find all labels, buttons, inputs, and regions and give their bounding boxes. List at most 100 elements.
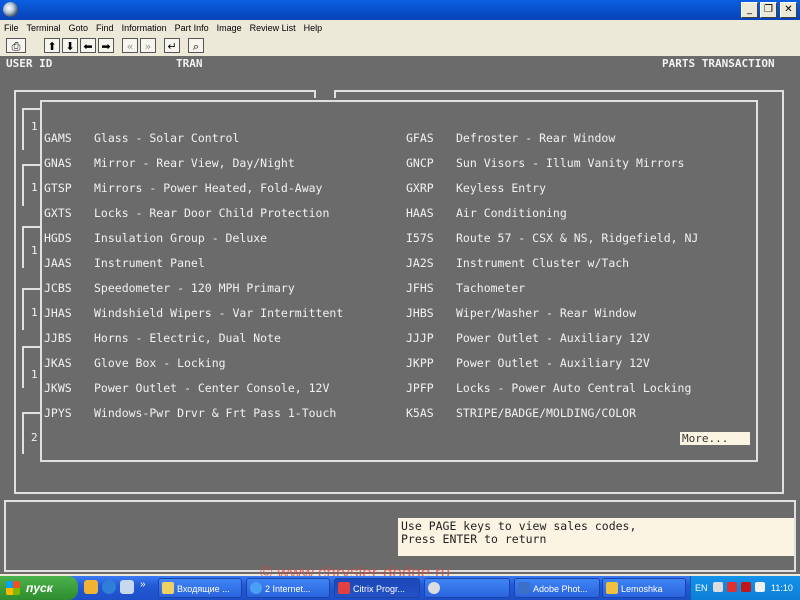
menu-find[interactable]: Find bbox=[96, 20, 114, 36]
side-number: 1 bbox=[31, 368, 38, 381]
taskbar-button-lemoshka[interactable]: Lemoshka bbox=[602, 578, 686, 598]
menu-help[interactable]: Help bbox=[304, 20, 323, 36]
restore-button[interactable]: ❐ bbox=[760, 2, 777, 18]
part-description: Instrument Panel bbox=[94, 256, 205, 270]
search-icon[interactable]: ⌕ bbox=[188, 38, 204, 53]
part-description: STRIPE/BADGE/MOLDING/COLOR bbox=[456, 406, 637, 420]
part-description: Keyless Entry bbox=[456, 181, 547, 195]
message-box: Use PAGE keys to view sales codes, Press… bbox=[398, 518, 794, 556]
side-number: 2 bbox=[31, 431, 38, 444]
arrow-up-icon[interactable]: ⬆ bbox=[44, 38, 60, 53]
menu-information[interactable]: Information bbox=[122, 20, 167, 36]
part-code: GNAS bbox=[44, 156, 72, 170]
menu-image[interactable]: Image bbox=[217, 20, 242, 36]
bracket-mark bbox=[22, 164, 24, 206]
frame-line bbox=[14, 90, 316, 92]
part-description: Insulation Group - Deluxe bbox=[94, 231, 268, 245]
message-line: Press ENTER to return bbox=[401, 532, 547, 546]
menu-goto[interactable]: Goto bbox=[69, 20, 89, 36]
part-code: JKPP bbox=[406, 356, 434, 370]
taskbar-button-photoshop[interactable]: Adobe Phot... bbox=[514, 578, 600, 598]
quicklaunch-ie-icon[interactable] bbox=[102, 580, 116, 594]
side-number: 1 bbox=[31, 120, 38, 133]
windows-logo-icon bbox=[6, 581, 20, 595]
tray-icon[interactable] bbox=[713, 582, 723, 592]
enter-icon[interactable]: ↵ bbox=[164, 38, 180, 53]
chevron-right-icon[interactable]: » bbox=[140, 579, 146, 590]
print-icon[interactable]: ⎙ bbox=[6, 38, 26, 53]
part-code: GAMS bbox=[44, 131, 72, 145]
bracket-mark bbox=[22, 226, 40, 228]
more-button[interactable]: More... bbox=[680, 432, 750, 445]
part-code: JKAS bbox=[44, 356, 72, 370]
part-code: K5AS bbox=[406, 406, 434, 420]
taskbar-button-internet[interactable]: 2 Internet... bbox=[246, 578, 330, 598]
rewind-icon[interactable]: « bbox=[122, 38, 138, 53]
bracket-mark bbox=[22, 288, 24, 330]
part-code: JPFP bbox=[406, 381, 434, 395]
frame-line bbox=[314, 90, 316, 98]
part-description: Speedometer - 120 MPH Primary bbox=[94, 281, 295, 295]
part-description: Air Conditioning bbox=[456, 206, 567, 220]
start-button[interactable]: пуск bbox=[0, 576, 78, 600]
toolbar: ⎙ ⬆ ⬇ ⬅ ➡ « » ↵ ⌕ bbox=[0, 36, 800, 57]
task-label: Citrix Progr... bbox=[353, 584, 406, 594]
quicklaunch-outlook-icon[interactable] bbox=[84, 580, 98, 594]
folder-icon bbox=[606, 582, 618, 594]
part-description: Power Outlet - Auxiliary 12V bbox=[456, 331, 650, 345]
part-code: JA2S bbox=[406, 256, 434, 270]
part-code: GXTS bbox=[44, 206, 72, 220]
bracket-mark bbox=[22, 346, 24, 388]
part-code: GXRP bbox=[406, 181, 434, 195]
task-label: Входящие ... bbox=[177, 584, 230, 594]
part-description: Sun Visors - Illum Vanity Mirrors bbox=[456, 156, 685, 170]
part-description: Locks - Rear Door Child Protection bbox=[94, 206, 330, 220]
menu-terminal[interactable]: Terminal bbox=[27, 20, 61, 36]
frame-line bbox=[334, 90, 784, 92]
taskbar-button-blank[interactable] bbox=[424, 578, 510, 598]
part-code: JJJP bbox=[406, 331, 434, 345]
quicklaunch-desktop-icon[interactable] bbox=[120, 580, 134, 594]
minimize-button[interactable]: _ bbox=[741, 2, 758, 18]
bracket-mark bbox=[22, 346, 40, 348]
part-description: Glass - Solar Control bbox=[94, 131, 240, 145]
part-code: JHAS bbox=[44, 306, 72, 320]
part-code: GTSP bbox=[44, 181, 72, 195]
arrow-left-icon[interactable]: ⬅ bbox=[80, 38, 96, 53]
part-description: Windows-Pwr Drvr & Frt Pass 1-Touch bbox=[94, 406, 337, 420]
part-code: I57S bbox=[406, 231, 434, 245]
part-code: JAAS bbox=[44, 256, 72, 270]
tray-icon[interactable] bbox=[755, 582, 765, 592]
side-number: 1 bbox=[31, 244, 38, 257]
terminal-screen[interactable]: USER ID TRAN PARTS TRANSACTION 1 1 1 1 1… bbox=[0, 56, 800, 574]
menu-file[interactable]: File bbox=[4, 20, 19, 36]
arrow-down-icon[interactable]: ⬇ bbox=[62, 38, 78, 53]
bracket-mark bbox=[22, 108, 40, 110]
part-description: Windshield Wipers - Var Intermittent bbox=[94, 306, 344, 320]
menu-part-info[interactable]: Part Info bbox=[175, 20, 209, 36]
side-number: 1 bbox=[31, 181, 38, 194]
part-code: JPYS bbox=[44, 406, 72, 420]
task-label: 2 Internet... bbox=[265, 584, 311, 594]
app-icon[interactable] bbox=[3, 2, 18, 17]
frame-line bbox=[334, 90, 336, 98]
part-description: Power Outlet - Center Console, 12V bbox=[94, 381, 330, 395]
language-indicator[interactable]: EN bbox=[695, 576, 708, 600]
part-description: Route 57 - CSX & NS, Ridgefield, NJ bbox=[456, 231, 699, 245]
bracket-mark bbox=[22, 164, 40, 166]
clock[interactable]: 11:10 bbox=[771, 576, 793, 600]
system-tray: EN 11:10 bbox=[690, 576, 800, 600]
ie-icon bbox=[250, 582, 262, 594]
close-button[interactable]: ✕ bbox=[780, 2, 797, 18]
taskbar-button-mail[interactable]: Входящие ... bbox=[158, 578, 242, 598]
menu-review-list[interactable]: Review List bbox=[250, 20, 296, 36]
side-number: 1 bbox=[31, 306, 38, 319]
tray-icon[interactable] bbox=[727, 582, 737, 592]
bracket-mark bbox=[22, 288, 40, 290]
part-code: JCBS bbox=[44, 281, 72, 295]
taskbar-button-citrix[interactable]: Citrix Progr... bbox=[334, 578, 420, 598]
frame-line bbox=[14, 492, 784, 494]
tray-icon[interactable] bbox=[741, 582, 751, 592]
arrow-right-icon[interactable]: ➡ bbox=[98, 38, 114, 53]
fast-forward-icon[interactable]: » bbox=[140, 38, 156, 53]
